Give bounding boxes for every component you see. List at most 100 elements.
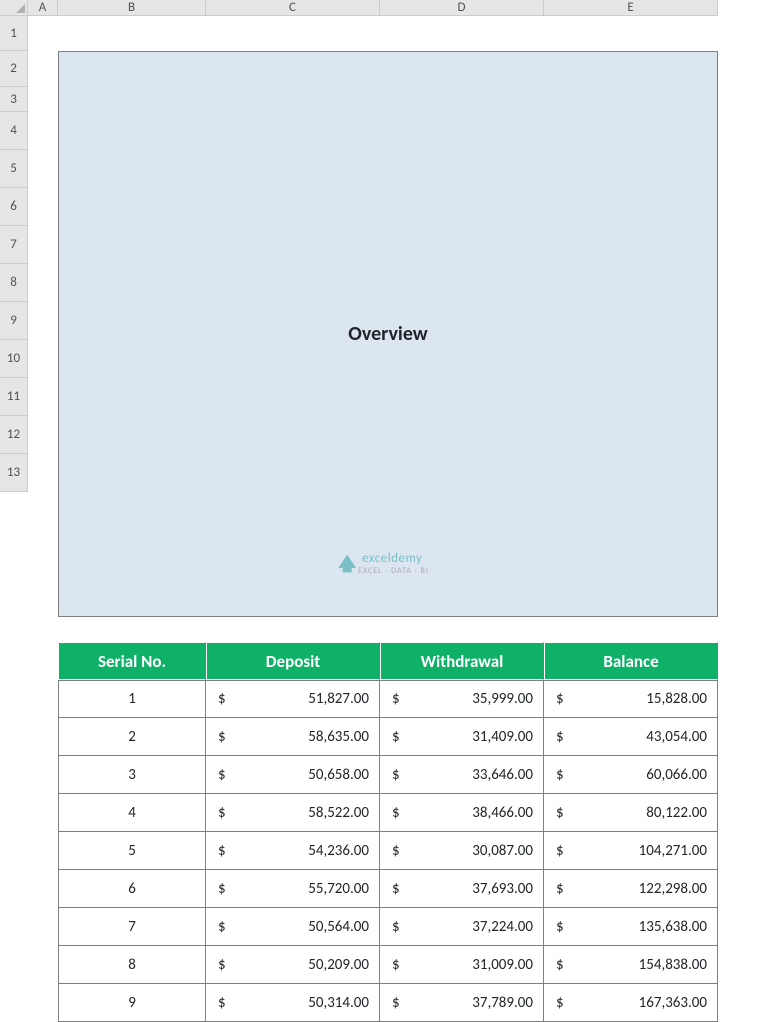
cell-serial[interactable]: 7 (58, 908, 206, 946)
col-header-A[interactable]: A (28, 0, 58, 16)
cell-value: 37,693.00 (472, 880, 533, 898)
row-header-9[interactable]: 9 (0, 302, 28, 340)
header-deposit[interactable]: Deposit (206, 642, 380, 680)
cell-balance[interactable]: $122,298.00 (544, 870, 718, 908)
cell-value: 154,838.00 (639, 956, 707, 974)
row-header-5[interactable]: 5 (0, 150, 28, 188)
row-header-strip: 1 2 3 4 5 6 7 8 9 10 11 12 13 (0, 16, 28, 492)
cell-serial[interactable]: 3 (58, 756, 206, 794)
cell-serial[interactable]: 1 (58, 680, 206, 718)
row-header-7[interactable]: 7 (0, 226, 28, 264)
cell-withdrawal[interactable]: $37,789.00 (380, 984, 544, 1022)
cell-deposit[interactable]: $50,658.00 (206, 756, 380, 794)
row-header-12[interactable]: 12 (0, 416, 28, 454)
select-all-corner[interactable] (0, 0, 28, 16)
cell-value: 38,466.00 (472, 804, 533, 822)
table-row: 9$50,314.00$37,789.00$167,363.00 (28, 984, 767, 1022)
cell-serial[interactable]: 2 (58, 718, 206, 756)
header-withdrawal[interactable]: Withdrawal (380, 642, 544, 680)
cell-value: 50,314.00 (308, 994, 369, 1012)
cell-value: 50,209.00 (308, 956, 369, 974)
dollar-icon: $ (390, 690, 400, 708)
cell-deposit[interactable]: $50,209.00 (206, 946, 380, 984)
cell-deposit[interactable]: $58,522.00 (206, 794, 380, 832)
cell-deposit[interactable]: $50,314.00 (206, 984, 380, 1022)
cell-value: 37,224.00 (472, 918, 533, 936)
dollar-icon: $ (216, 918, 226, 936)
cell-value: 135,638.00 (639, 918, 707, 936)
cell-withdrawal[interactable]: $37,224.00 (380, 908, 544, 946)
cell-value: 15,828.00 (646, 690, 707, 708)
worksheet-grid[interactable]: Overview Serial No. Deposit Withdrawal B… (28, 16, 767, 582)
cell-value: 35,999.00 (472, 690, 533, 708)
dollar-icon: $ (554, 728, 564, 746)
cell-withdrawal[interactable]: $33,646.00 (380, 756, 544, 794)
cell-deposit[interactable]: $54,236.00 (206, 832, 380, 870)
row-header-4[interactable]: 4 (0, 112, 28, 150)
cell-balance[interactable]: $15,828.00 (544, 680, 718, 718)
col-header-B[interactable]: B (58, 0, 206, 16)
row-header-11[interactable]: 11 (0, 378, 28, 416)
row-header-1[interactable]: 1 (0, 16, 28, 51)
cell-serial[interactable]: 8 (58, 946, 206, 984)
cell-withdrawal[interactable]: $35,999.00 (380, 680, 544, 718)
cell-balance[interactable]: $60,066.00 (544, 756, 718, 794)
dollar-icon: $ (554, 880, 564, 898)
dollar-icon: $ (216, 728, 226, 746)
cell-value: 43,054.00 (646, 728, 707, 746)
dollar-icon: $ (390, 956, 400, 974)
header-balance[interactable]: Balance (544, 642, 718, 680)
dollar-icon: $ (390, 728, 400, 746)
cell-deposit[interactable]: $51,827.00 (206, 680, 380, 718)
cell-value: 54,236.00 (308, 842, 369, 860)
cell-serial[interactable]: 9 (58, 984, 206, 1022)
dollar-icon: $ (216, 842, 226, 860)
row-header-10[interactable]: 10 (0, 340, 28, 378)
watermark: exceldemy EXCEL · DATA · BI (338, 551, 429, 576)
dollar-icon: $ (216, 690, 226, 708)
dollar-icon: $ (554, 994, 564, 1012)
cell-balance[interactable]: $167,363.00 (544, 984, 718, 1022)
cell-value: 167,363.00 (639, 994, 707, 1012)
row-header-8[interactable]: 8 (0, 264, 28, 302)
cell-serial[interactable]: 5 (58, 832, 206, 870)
cell-balance[interactable]: $135,638.00 (544, 908, 718, 946)
cell-value: 55,720.00 (308, 880, 369, 898)
row-header-2[interactable]: 2 (0, 51, 28, 87)
row-header-3[interactable]: 3 (0, 87, 28, 112)
dollar-icon: $ (554, 804, 564, 822)
cell-balance[interactable]: $104,271.00 (544, 832, 718, 870)
col-header-D[interactable]: D (380, 0, 544, 16)
cell-balance[interactable]: $80,122.00 (544, 794, 718, 832)
cell-withdrawal[interactable]: $37,693.00 (380, 870, 544, 908)
col-header-E[interactable]: E (544, 0, 718, 16)
cell-withdrawal[interactable]: $30,087.00 (380, 832, 544, 870)
dollar-icon: $ (390, 994, 400, 1012)
row-header-13[interactable]: 13 (0, 454, 28, 492)
cell-withdrawal[interactable]: $31,409.00 (380, 718, 544, 756)
cell-serial[interactable]: 4 (58, 794, 206, 832)
cell-deposit[interactable]: $50,564.00 (206, 908, 380, 946)
cell-deposit[interactable]: $58,635.00 (206, 718, 380, 756)
watermark-tagline: EXCEL · DATA · BI (358, 566, 429, 576)
cell-value: 51,827.00 (308, 690, 369, 708)
table-row: 6$55,720.00$37,693.00$122,298.00 (28, 870, 767, 908)
dollar-icon: $ (390, 880, 400, 898)
cell-balance[interactable]: $154,838.00 (544, 946, 718, 984)
header-serial[interactable]: Serial No. (58, 642, 206, 680)
cell-value: 122,298.00 (639, 880, 707, 898)
title-cell[interactable]: Overview (58, 51, 718, 617)
cell-balance[interactable]: $43,054.00 (544, 718, 718, 756)
arrow-up-icon (338, 555, 356, 573)
cell-value: 58,522.00 (308, 804, 369, 822)
dollar-icon: $ (554, 842, 564, 860)
row-header-6[interactable]: 6 (0, 188, 28, 226)
dollar-icon: $ (390, 918, 400, 936)
cell-withdrawal[interactable]: $31,009.00 (380, 946, 544, 984)
cell-serial[interactable]: 6 (58, 870, 206, 908)
cell-withdrawal[interactable]: $38,466.00 (380, 794, 544, 832)
dollar-icon: $ (216, 804, 226, 822)
col-header-C[interactable]: C (206, 0, 380, 16)
cell-value: 58,635.00 (308, 728, 369, 746)
cell-deposit[interactable]: $55,720.00 (206, 870, 380, 908)
